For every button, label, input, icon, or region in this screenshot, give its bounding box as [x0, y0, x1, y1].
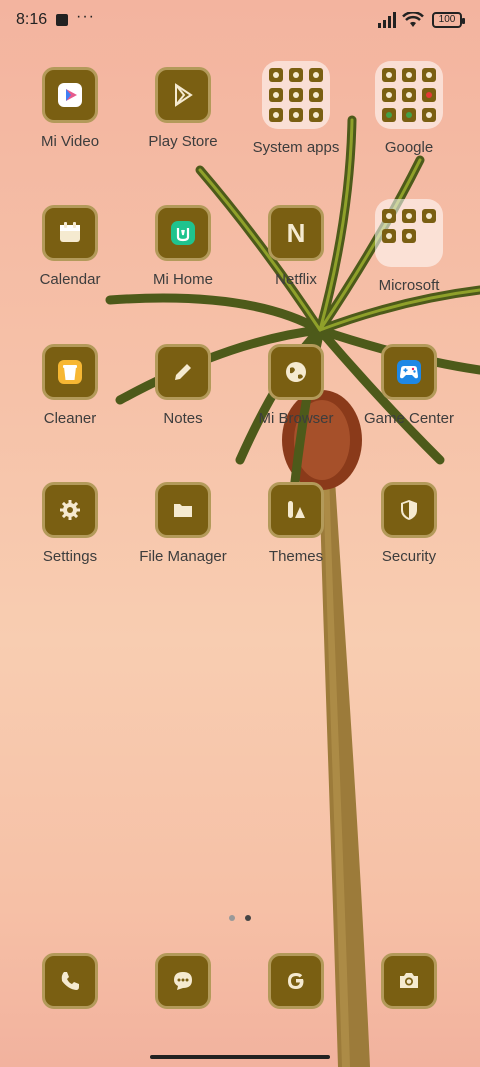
calendar-icon	[42, 205, 98, 261]
app-label: Game Center	[363, 410, 455, 427]
globe-icon	[268, 344, 324, 400]
wifi-icon	[402, 12, 424, 27]
app-netflix[interactable]: N Netflix	[241, 205, 351, 288]
app-mi-video[interactable]: Mi Video	[15, 67, 125, 150]
app-label: Themes	[268, 548, 324, 565]
app-label: Cleaner	[43, 410, 97, 427]
mi-video-icon	[42, 67, 98, 123]
app-file-manager[interactable]: File Manager	[128, 482, 238, 565]
folder-google[interactable]: Google	[354, 61, 464, 156]
page-dot-active[interactable]	[245, 915, 251, 921]
folder-icon	[155, 482, 211, 538]
app-notes[interactable]: Notes	[128, 344, 238, 427]
shield-icon	[381, 482, 437, 538]
app-themes[interactable]: Themes	[241, 482, 351, 565]
more-notifications-icon: ···	[76, 8, 95, 25]
page-indicator[interactable]	[0, 908, 480, 926]
message-icon	[155, 953, 211, 1009]
app-label: File Manager	[139, 548, 227, 565]
home-gesture-bar[interactable]	[150, 1055, 330, 1059]
gamepad-icon	[381, 344, 437, 400]
notification-icon	[56, 14, 68, 26]
app-label: Netflix	[275, 271, 317, 288]
system-apps-folder-icon	[262, 61, 330, 129]
app-label: Play Store	[148, 133, 218, 150]
camera-icon	[381, 953, 437, 1009]
microsoft-folder-icon	[375, 199, 443, 267]
netflix-glyph: N	[286, 217, 306, 248]
mi-home-icon	[155, 205, 211, 261]
folder-system-apps[interactable]: System apps	[241, 61, 351, 156]
app-play-store[interactable]: Play Store	[128, 67, 238, 150]
app-label: Mi Video	[40, 133, 100, 150]
themes-icon	[268, 482, 324, 538]
app-mi-browser[interactable]: Mi Browser	[241, 344, 351, 427]
app-settings[interactable]: Settings	[15, 482, 125, 565]
app-security[interactable]: Security	[354, 482, 464, 565]
dock-camera[interactable]	[354, 953, 464, 1009]
app-cleaner[interactable]: Cleaner	[15, 344, 125, 427]
app-label: Notes	[163, 410, 203, 427]
clock: 8:16	[16, 11, 48, 28]
page-dot[interactable]	[229, 915, 235, 921]
app-label: Settings	[42, 548, 98, 565]
google-folder-icon	[375, 61, 443, 129]
dock-google[interactable]	[241, 953, 351, 1009]
app-label: Microsoft	[378, 277, 440, 294]
dock-phone[interactable]	[15, 953, 125, 1009]
gear-icon	[42, 482, 98, 538]
dock-messaging[interactable]	[128, 953, 238, 1009]
app-label: Mi Browser	[258, 410, 334, 427]
netflix-icon: N	[268, 205, 324, 261]
app-label: System apps	[252, 139, 340, 156]
folder-microsoft[interactable]: Microsoft	[354, 199, 464, 294]
app-label: Google	[384, 139, 434, 156]
signal-icon	[378, 12, 396, 28]
app-calendar[interactable]: Calendar	[15, 205, 125, 288]
battery-icon: 100	[432, 12, 465, 28]
play-store-icon	[155, 67, 211, 123]
status-bar: 8:16 ··· 100	[0, 0, 480, 42]
google-icon	[268, 953, 324, 1009]
app-game-center[interactable]: Game Center	[354, 344, 464, 427]
app-label: Calendar	[39, 271, 101, 288]
app-label: Security	[381, 548, 437, 565]
app-mi-home[interactable]: Mi Home	[128, 205, 238, 288]
cleaner-icon	[42, 344, 98, 400]
pencil-icon	[155, 344, 211, 400]
app-label: Mi Home	[152, 271, 213, 288]
phone-icon	[42, 953, 98, 1009]
